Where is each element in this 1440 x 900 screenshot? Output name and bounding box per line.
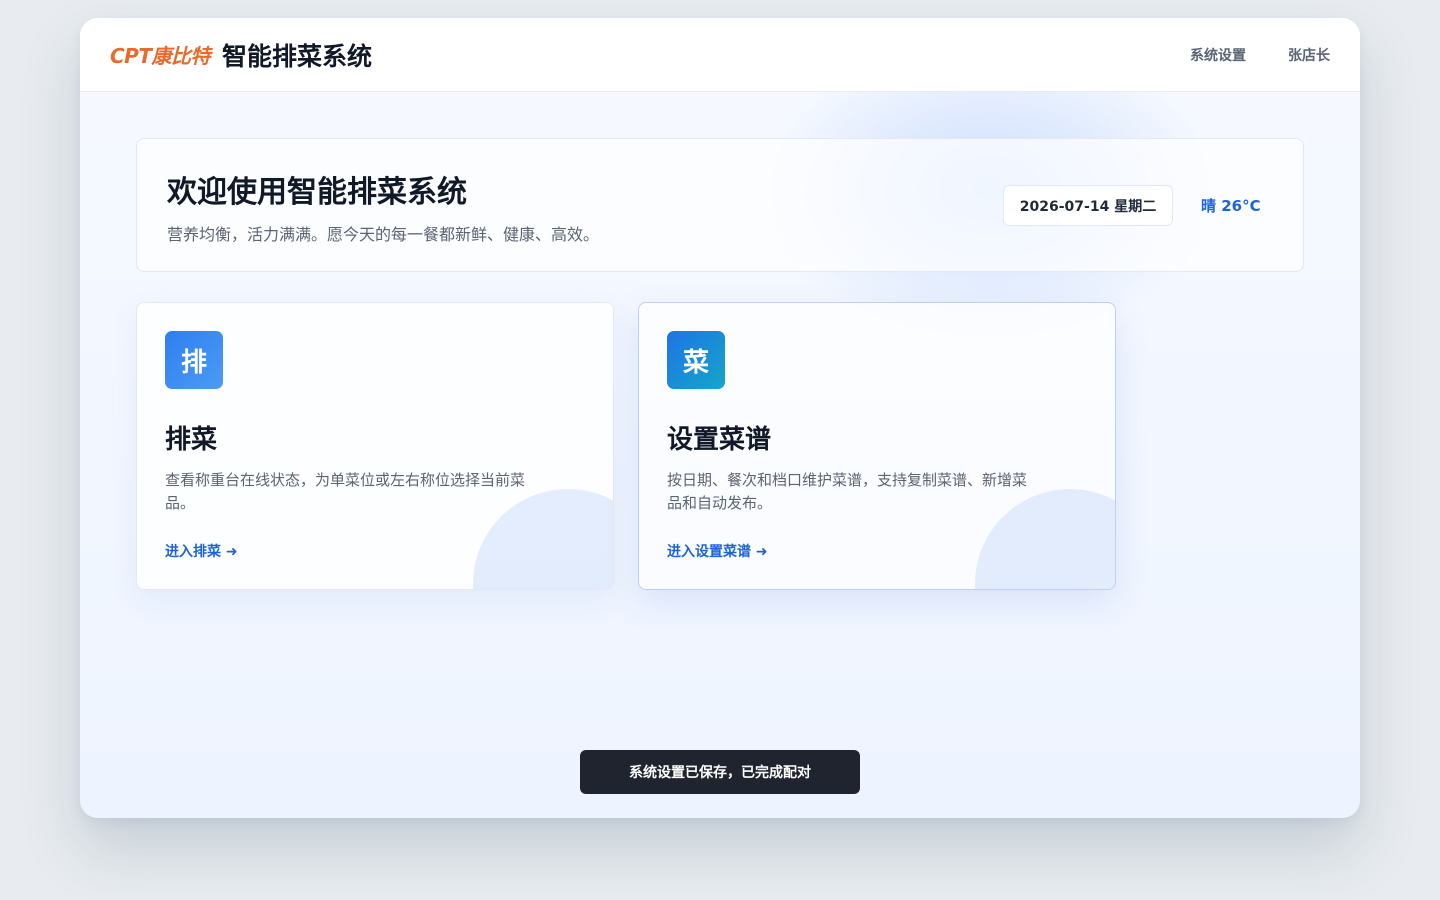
weather-label: 晴 26°C — [1201, 197, 1261, 215]
welcome-panel: 欢迎使用智能排菜系统 营养均衡，活力满满。愿今天的每一餐都新鲜、健康、高效。 2… — [136, 138, 1304, 272]
top-bar: CPT康比特 智能排菜系统 系统设置 张店长 — [80, 18, 1360, 92]
card-description: 查看称重台在线状态，为单菜位或左右称位选择当前菜品。 — [165, 471, 526, 512]
app-window: CPT康比特 智能排菜系统 系统设置 张店长 欢迎使用智能排菜系统 营养均衡，活… — [80, 18, 1360, 818]
brand-logo[interactable]: CPT康比特 — [110, 40, 210, 69]
welcome-title: 欢迎使用智能排菜系统 — [167, 175, 467, 210]
card-description: 按日期、餐次和档口维护菜谱，支持复制菜谱、新增菜品和自动发布。 — [667, 471, 1028, 512]
card-badge-icon: 排 — [165, 331, 223, 389]
enter-arrange-link[interactable]: 进入排菜 ➜ — [165, 541, 238, 561]
nav-user-menu[interactable]: 张店长 — [1288, 45, 1330, 65]
card-arrange-dishes[interactable]: 排 排菜 查看称重台在线状态，为单菜位或左右称位选择当前菜品。 进入排菜 ➜ — [136, 302, 614, 590]
card-badge-icon: 菜 — [667, 331, 725, 389]
card-set-menu[interactable]: 菜 设置菜谱 按日期、餐次和档口维护菜谱，支持复制菜谱、新增菜品和自动发布。 进… — [638, 302, 1116, 590]
nav-system-settings[interactable]: 系统设置 — [1190, 45, 1246, 65]
toast-notification: 系统设置已保存，已完成配对 — [580, 750, 860, 794]
app-title: 智能排菜系统 — [221, 41, 372, 71]
date-chip: 2026-07-14 星期二 — [1003, 185, 1173, 226]
card-title: 排菜 — [165, 425, 218, 455]
welcome-subtitle: 营养均衡，活力满满。愿今天的每一餐都新鲜、健康、高效。 — [167, 225, 600, 244]
top-nav: 系统设置 张店长 — [1190, 45, 1330, 65]
enter-set-menu-link[interactable]: 进入设置菜谱 ➜ — [667, 541, 768, 561]
card-title: 设置菜谱 — [667, 425, 772, 455]
